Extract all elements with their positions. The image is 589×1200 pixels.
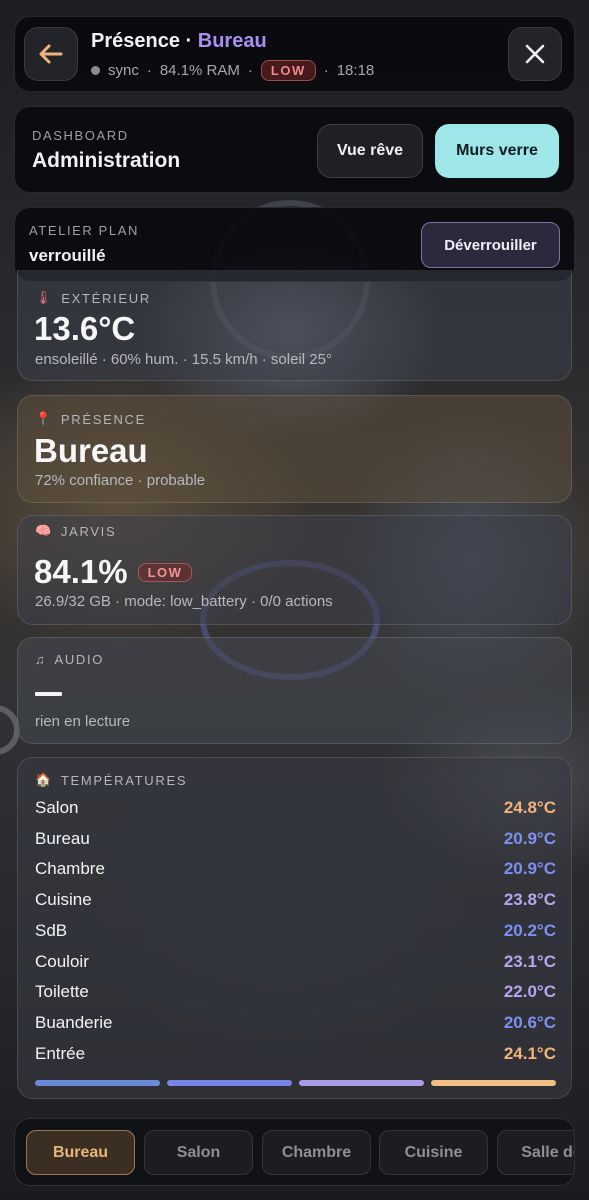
temperature-row: SdB 20.2°C (35, 921, 556, 941)
low-badge: LOW (260, 60, 316, 81)
room-temperature: 20.9°C (503, 828, 556, 848)
room-temperature: 24.1°C (503, 1043, 556, 1063)
room-temperature: 20.6°C (503, 1012, 556, 1032)
room-name: Entrée (35, 1043, 86, 1063)
temperature-color-bar (167, 1080, 292, 1086)
exterior-details: ensoleillé · 60% hum. · 15.5 km/h · sole… (35, 351, 332, 368)
room-tab[interactable]: Chambre (262, 1130, 371, 1175)
audio-details: rien en lecture (35, 713, 131, 730)
ram-usage: 84.1% RAM (159, 62, 240, 79)
room-temperature: 24.8°C (503, 798, 556, 817)
room-temperature: 23.1°C (503, 951, 556, 971)
presence-place-big: Bureau (34, 432, 148, 469)
house-icon: 🏠 (35, 772, 53, 787)
audio-empty-dash (35, 692, 62, 696)
jarvis-card: 🧠 JARVIS 84.1% LOW 26.9/32 GB · mode: lo… (17, 515, 572, 625)
temperature-row: Toilette 22.0°C (35, 982, 556, 1002)
temperature-row: Salon 24.8°C (35, 798, 556, 818)
music-note-icon: ♫ (35, 652, 47, 667)
page-title: Présence · Bureau (91, 30, 267, 52)
room-tab[interactable]: Bureau (26, 1130, 135, 1175)
room-name: Salon (35, 798, 79, 817)
room-name: Bureau (35, 828, 90, 848)
room-temperature: 20.9°C (503, 859, 556, 879)
unlock-button[interactable]: Déverrouiller (421, 222, 560, 268)
jarvis-details: 26.9/32 GB · mode: low_battery · 0/0 act… (35, 593, 333, 610)
atelier-label: ATELIER PLAN (29, 223, 139, 238)
temperature-row: Bureau 20.9°C (35, 829, 556, 849)
pin-icon: 📍 (35, 411, 53, 426)
temperature-color-bar (431, 1080, 556, 1086)
room-tab-bar: BureauSalonChambreCuisineSalle de (14, 1118, 575, 1186)
room-name: Couloir (35, 951, 89, 971)
room-tab[interactable]: Cuisine (379, 1130, 488, 1175)
temperature-bars (35, 1080, 556, 1086)
jarvis-value: 84.1% (34, 553, 128, 590)
room-name: SdB (35, 920, 68, 940)
presence-card: 📍 PRÉSENCE Bureau 72% confiance · probab… (17, 395, 572, 503)
temperature-row: Chambre 20.9°C (35, 859, 556, 879)
temperatures-card: 🏠 TEMPÉRATURES Salon 24.8°C Bureau 20.9°C Ch… (17, 757, 572, 1099)
sync-status: sync (108, 62, 139, 79)
temperature-color-bar (299, 1080, 424, 1086)
exterior-temp: 13.6°C (34, 310, 136, 347)
status-line: sync · 84.1% RAM · LOW · 18:18 (91, 60, 374, 81)
room-name: Cuisine (35, 890, 92, 910)
temperature-row: Entrée 24.1°C (35, 1044, 556, 1064)
temperature-row: Couloir 23.1°C (35, 952, 556, 972)
audio-label: AUDIO (54, 652, 105, 667)
sync-dot-icon (91, 66, 100, 75)
dashboard-label: DASHBOARD (32, 128, 129, 143)
room-name: Buanderie (35, 1012, 113, 1032)
room-temperature: 22.0°C (503, 982, 556, 1002)
jarvis-label: JARVIS (60, 523, 117, 539)
brain-icon: 🧠 (35, 523, 53, 538)
dream-view-button[interactable]: Vue rêve (317, 124, 423, 178)
back-button[interactable] (24, 27, 78, 81)
clock: 18:18 (336, 62, 375, 79)
room-name: Toilette (35, 982, 89, 1002)
room-name: Chambre (35, 859, 105, 879)
presence-place: Bureau (197, 30, 267, 52)
atelier-status: verrouillé (29, 246, 106, 265)
presence-details: 72% confiance · probable (35, 472, 206, 489)
presence-label: PRÉSENCE (60, 411, 147, 427)
header-bar: Présence · Bureau sync · 84.1% RAM · LOW… (14, 16, 575, 92)
scroll-edge (14, 283, 575, 296)
audio-card: ♫ AUDIO rien en lecture (17, 637, 572, 744)
room-tab[interactable]: Salon (144, 1130, 253, 1175)
jarvis-low-badge: LOW (137, 562, 193, 582)
room-tab[interactable]: Salle de (497, 1130, 574, 1175)
arrow-left-icon (39, 44, 63, 64)
dashboard-title: Administration (32, 149, 181, 172)
close-button[interactable] (508, 27, 562, 81)
room-temperature: 20.2°C (503, 920, 556, 940)
dashboard-panel: DASHBOARD Administration Vue rêve Murs v… (14, 106, 575, 193)
temperature-row: Buanderie 20.6°C (35, 1013, 556, 1033)
glass-walls-button[interactable]: Murs verre (435, 124, 559, 178)
room-temperature: 23.8°C (503, 890, 556, 910)
temperatures-label: TEMPÉRATURES (60, 772, 188, 788)
close-icon (525, 44, 545, 64)
temperature-color-bar (35, 1080, 160, 1086)
temperature-row: Cuisine 23.8°C (35, 890, 556, 910)
